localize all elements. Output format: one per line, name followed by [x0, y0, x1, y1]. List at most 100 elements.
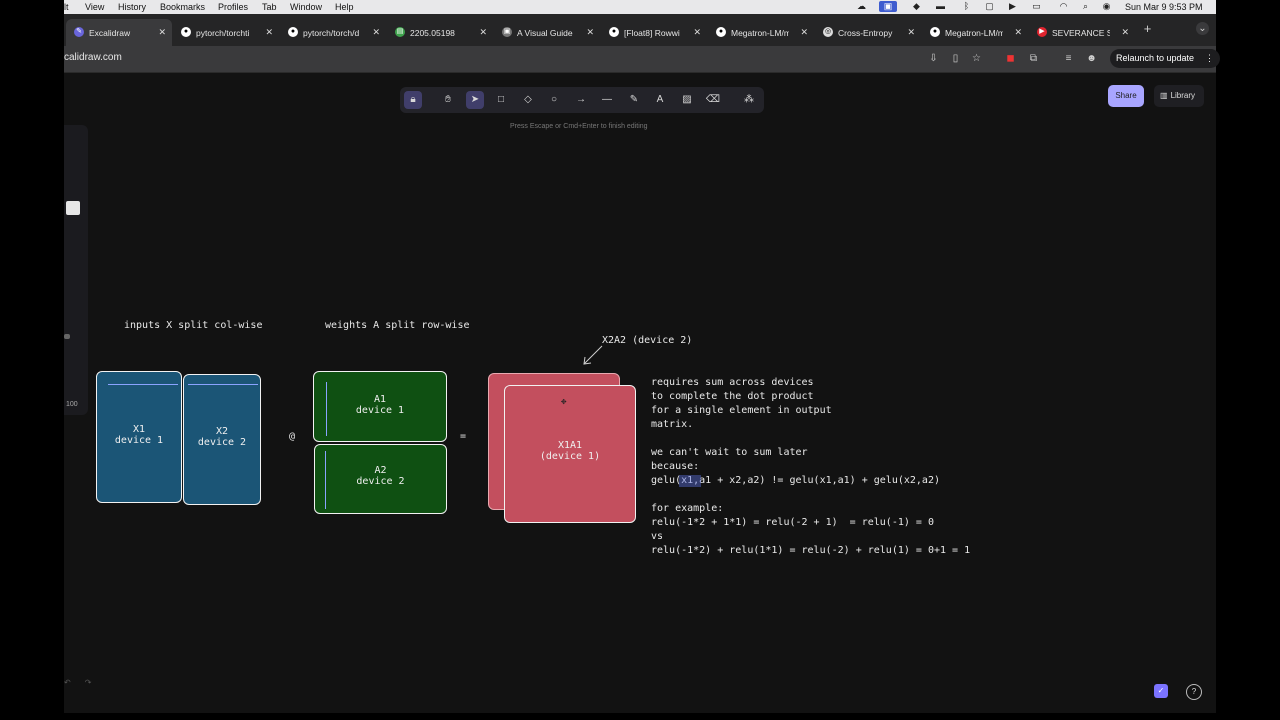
extension-icon[interactable]: ◼ [1004, 52, 1017, 65]
tab-title: [Float8] Rowwi [624, 28, 680, 38]
close-tab-icon[interactable]: ✕ [1121, 27, 1129, 38]
eraser-tool-icon[interactable]: ⌫ [704, 91, 722, 109]
cloud-icon[interactable]: ☁ [856, 1, 867, 12]
a1-block[interactable]: A1 device 1 [313, 371, 447, 442]
equals-symbol: = [460, 431, 467, 442]
library-button[interactable]: ▥ Library [1154, 85, 1204, 107]
text-tool-icon[interactable]: A [651, 91, 669, 109]
address-bar: calidraw.com ⇩ ▯ ☆ ◼ ⧉ ≡ ☻ Relaunch to u… [64, 46, 1220, 73]
tab-float8[interactable]: ● [Float8] Rowwi ✕ [601, 19, 707, 46]
x2a2-pointer-arrow [583, 345, 603, 365]
menu-tab[interactable]: Tab [262, 2, 277, 12]
more-tools-icon[interactable]: ⁂ [740, 91, 758, 109]
tab-pytorch-2[interactable]: ● pytorch/torch/d ✕ [280, 19, 386, 46]
close-tab-icon[interactable]: ✕ [158, 27, 166, 38]
close-tab-icon[interactable]: ✕ [1014, 27, 1022, 38]
app-icon[interactable]: ◆ [911, 1, 922, 12]
opacity-slider-handle[interactable] [64, 334, 70, 339]
control-center-icon[interactable]: ▢ [984, 1, 995, 12]
a2-col-arrow [325, 451, 326, 509]
search-icon[interactable]: ⌕ [1080, 1, 1091, 12]
tab-arxiv[interactable]: ▤ 2205.05198 ✕ [387, 19, 493, 46]
menu-profiles[interactable]: Profiles [218, 2, 248, 12]
x1a1-block[interactable]: X1A1 (device 1) [504, 385, 636, 523]
extensions-puzzle-icon[interactable]: ⧉ [1027, 52, 1040, 65]
menu-datetime[interactable]: Sun Mar 9 9:53 PM [1125, 2, 1203, 12]
tab-search-chevron-icon[interactable]: ⌄ [1196, 22, 1209, 35]
excalidraw-canvas[interactable]: 🔒︎ ✋︎ ➤ □ ◇ ○ → — ✎ A ▨ ⌫ ⁂ Press Escape… [64, 73, 1216, 713]
lock-icon[interactable]: 🔒︎ [404, 91, 422, 109]
tab-pytorch-1[interactable]: ● pytorch/torchti ✕ [173, 19, 279, 46]
tab-megatron-2[interactable]: ● Megatron-LM/m ✕ [922, 19, 1028, 46]
media-control-icon[interactable]: ≡ [1062, 52, 1075, 65]
menu-history[interactable]: History [118, 2, 146, 12]
install-app-icon[interactable]: ⇩ [927, 52, 940, 65]
github-favicon-icon: ● [181, 27, 191, 37]
x2-row-arrow [188, 384, 258, 385]
x1-block[interactable]: X1 device 1 [96, 371, 182, 503]
close-tab-icon[interactable]: ✕ [907, 27, 915, 38]
shield-icon[interactable]: ✓ [1154, 684, 1168, 698]
ellipse-tool-icon[interactable]: ○ [545, 91, 563, 109]
x1-label: X1 device 1 [114, 424, 164, 446]
relaunch-to-update-button[interactable]: Relaunch to update ⋮ [1110, 49, 1220, 68]
line-tool-icon[interactable]: — [598, 91, 616, 109]
tab-excalidraw[interactable]: ✎ Excalidraw ✕ [66, 19, 172, 46]
siri-icon[interactable]: ◉ [1101, 1, 1112, 12]
screen-share-icon[interactable]: ▣ [879, 1, 897, 12]
page-icon[interactable]: ▯ [949, 52, 962, 65]
battery-icon[interactable]: ▭ [1031, 1, 1042, 12]
x2-label: X2 device 2 [197, 426, 247, 448]
undo-redo-controls[interactable]: ↶ ↷ [64, 678, 91, 687]
stroke-color-swatch[interactable] [66, 201, 80, 215]
menu-app-fragment[interactable]: lt [64, 2, 69, 12]
wifi-icon[interactable]: ◠ [1058, 1, 1069, 12]
x2-block[interactable]: X2 device 2 [183, 374, 261, 505]
a2-block[interactable]: A2 device 2 [314, 444, 447, 514]
tab-megatron-1[interactable]: ● Megatron-LM/m ✕ [708, 19, 814, 46]
tab-title: pytorch/torch/d [303, 28, 360, 38]
github-favicon-icon: ● [288, 27, 298, 37]
image-tool-icon[interactable]: ▨ [678, 91, 696, 109]
excalidraw-favicon-icon: ✎ [74, 27, 84, 37]
close-tab-icon[interactable]: ✕ [693, 27, 701, 38]
kebab-menu-icon[interactable]: ⋮ [1205, 49, 1214, 68]
profile-avatar-icon[interactable]: ☻ [1085, 52, 1098, 65]
url-text[interactable]: calidraw.com [64, 52, 122, 63]
menu-bookmarks[interactable]: Bookmarks [160, 2, 205, 12]
draw-tool-icon[interactable]: ✎ [625, 91, 643, 109]
close-tab-icon[interactable]: ✕ [800, 27, 808, 38]
move-cursor-icon: ✥ [561, 397, 567, 407]
github-favicon-icon: ● [609, 27, 619, 37]
menu-help[interactable]: Help [335, 2, 354, 12]
opacity-value: 100 [66, 401, 78, 408]
new-tab-icon[interactable]: + [1141, 22, 1154, 35]
menu-window[interactable]: Window [290, 2, 322, 12]
hand-tool-icon[interactable]: ✋︎ [439, 91, 457, 109]
bookmark-star-icon[interactable]: ☆ [970, 52, 983, 65]
bluetooth-icon[interactable]: ᛒ [961, 1, 972, 12]
tab-visual-guide[interactable]: ▣ A Visual Guide i ✕ [494, 19, 600, 46]
tab-title: Cross-Entropy [838, 28, 893, 38]
tab-severance[interactable]: ▶ SEVERANCE Se ✕ [1029, 19, 1135, 46]
tab-title: SEVERANCE Se [1052, 28, 1110, 38]
undo-icon[interactable]: ↶ [64, 678, 71, 687]
close-tab-icon[interactable]: ✕ [586, 27, 594, 38]
diamond-tool-icon[interactable]: ◇ [519, 91, 537, 109]
tab-title: Megatron-LM/m [945, 28, 1003, 38]
selection-tool-icon[interactable]: ➤ [466, 91, 484, 109]
menu-view[interactable]: View [85, 2, 104, 12]
x1-row-arrow [108, 384, 178, 385]
arrow-tool-icon[interactable]: → [572, 91, 590, 109]
share-button[interactable]: Share [1108, 85, 1144, 107]
tab-title: Excalidraw [89, 28, 131, 38]
help-icon[interactable]: ? [1186, 684, 1202, 700]
close-tab-icon[interactable]: ✕ [479, 27, 487, 38]
close-tab-icon[interactable]: ✕ [265, 27, 273, 38]
redo-icon[interactable]: ↷ [85, 678, 92, 687]
rectangle-tool-icon[interactable]: □ [492, 91, 510, 109]
close-tab-icon[interactable]: ✕ [372, 27, 380, 38]
tab-cross-entropy[interactable]: ◎ Cross-Entropy ✕ [815, 19, 921, 46]
car-icon[interactable]: ▬ [935, 1, 946, 12]
play-icon[interactable]: ▶ [1007, 1, 1018, 12]
